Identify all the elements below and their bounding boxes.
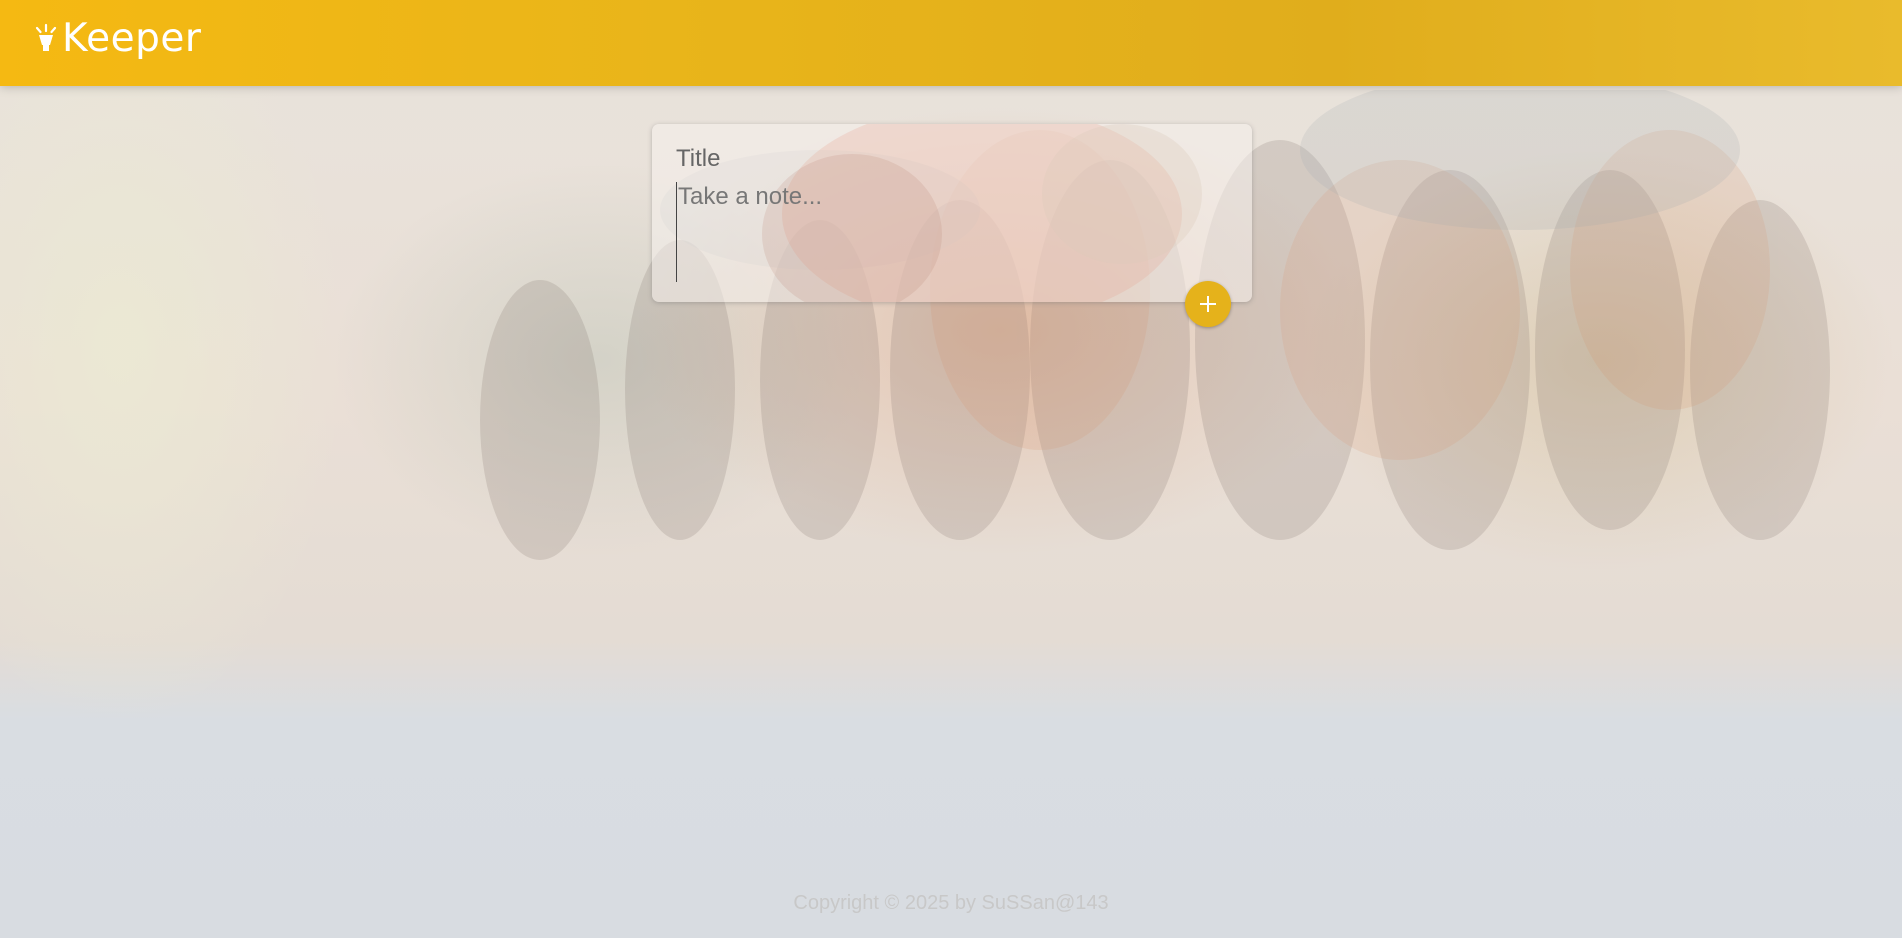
- app-name: Keeper: [62, 16, 202, 61]
- footer-copyright: Copyright © 2025 by SuSSan@143: [793, 892, 1109, 914]
- create-note-form: [652, 124, 1252, 302]
- note-title-input[interactable]: [676, 144, 1226, 174]
- plus-icon: [1200, 296, 1216, 312]
- highlight-lightbulb-icon: [35, 23, 57, 51]
- note-content-textarea[interactable]: [676, 182, 1228, 282]
- app-header: Keeper: [0, 0, 1902, 86]
- add-note-button[interactable]: [1185, 281, 1231, 327]
- app-logo[interactable]: Keeper: [34, 16, 201, 62]
